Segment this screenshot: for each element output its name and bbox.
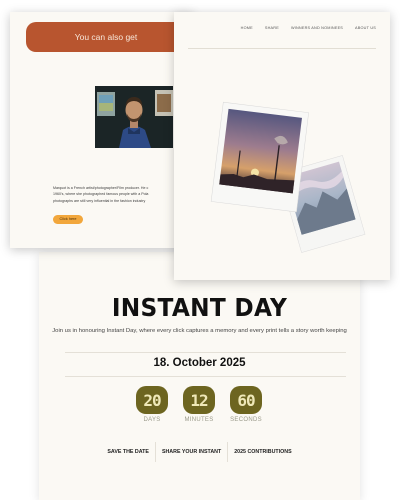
click-here-button[interactable]: Click here [53,215,83,224]
countdown-unit: MINUTES [184,417,214,423]
countdown-value: 20 [136,386,168,414]
back-card-preview: You can also get Marquot is a French art… [10,12,193,248]
countdown-unit: DAYS [143,417,161,423]
countdown-days: 20 DAYS [136,386,168,426]
page-subtitle: Join us in honouring Instant Day, where … [52,328,347,334]
nav-item-winners[interactable]: WINNERS AND NOMINEES [291,26,343,30]
countdown-value: 60 [230,386,262,414]
nav-item-share[interactable]: SHARE [265,26,279,30]
divider [188,48,376,49]
countdown-seconds: 60 SECONDS [230,386,262,426]
divider [65,376,346,377]
polaroid-photos [210,101,366,253]
artist-portrait-image [95,86,173,148]
promo-banner[interactable]: You can also get [26,22,186,52]
share-your-instant-link[interactable]: SHARE YOUR INSTANT [156,449,227,455]
countdown-unit: SECONDS [230,417,262,423]
countdown-value: 12 [183,386,215,414]
top-navigation: HOME SHARE WINNERS AND NOMINEES ABOUT US [241,26,376,30]
artist-bio-text: Marquot is a French artist/photographer/… [53,186,149,203]
nav-item-home[interactable]: HOME [241,26,253,30]
instant-day-page: INSTANT DAY Join us in honouring Instant… [39,252,360,500]
contributions-link[interactable]: 2025 CONTRIBUTIONS [228,449,297,455]
polaroid-photo [210,101,309,213]
save-the-date-link[interactable]: SAVE THE DATE [101,449,155,455]
event-date: 18. October 2025 [153,357,246,369]
countdown-minutes: 12 MINUTES [183,386,215,426]
nav-item-about[interactable]: ABOUT US [355,26,376,30]
gallery-page-preview: HOME SHARE WINNERS AND NOMINEES ABOUT US [174,12,390,280]
page-title: INSTANT DAY [111,293,288,322]
footer-links: SAVE THE DATE SHARE YOUR INSTANT 2025 CO… [39,442,360,462]
divider [65,352,346,353]
